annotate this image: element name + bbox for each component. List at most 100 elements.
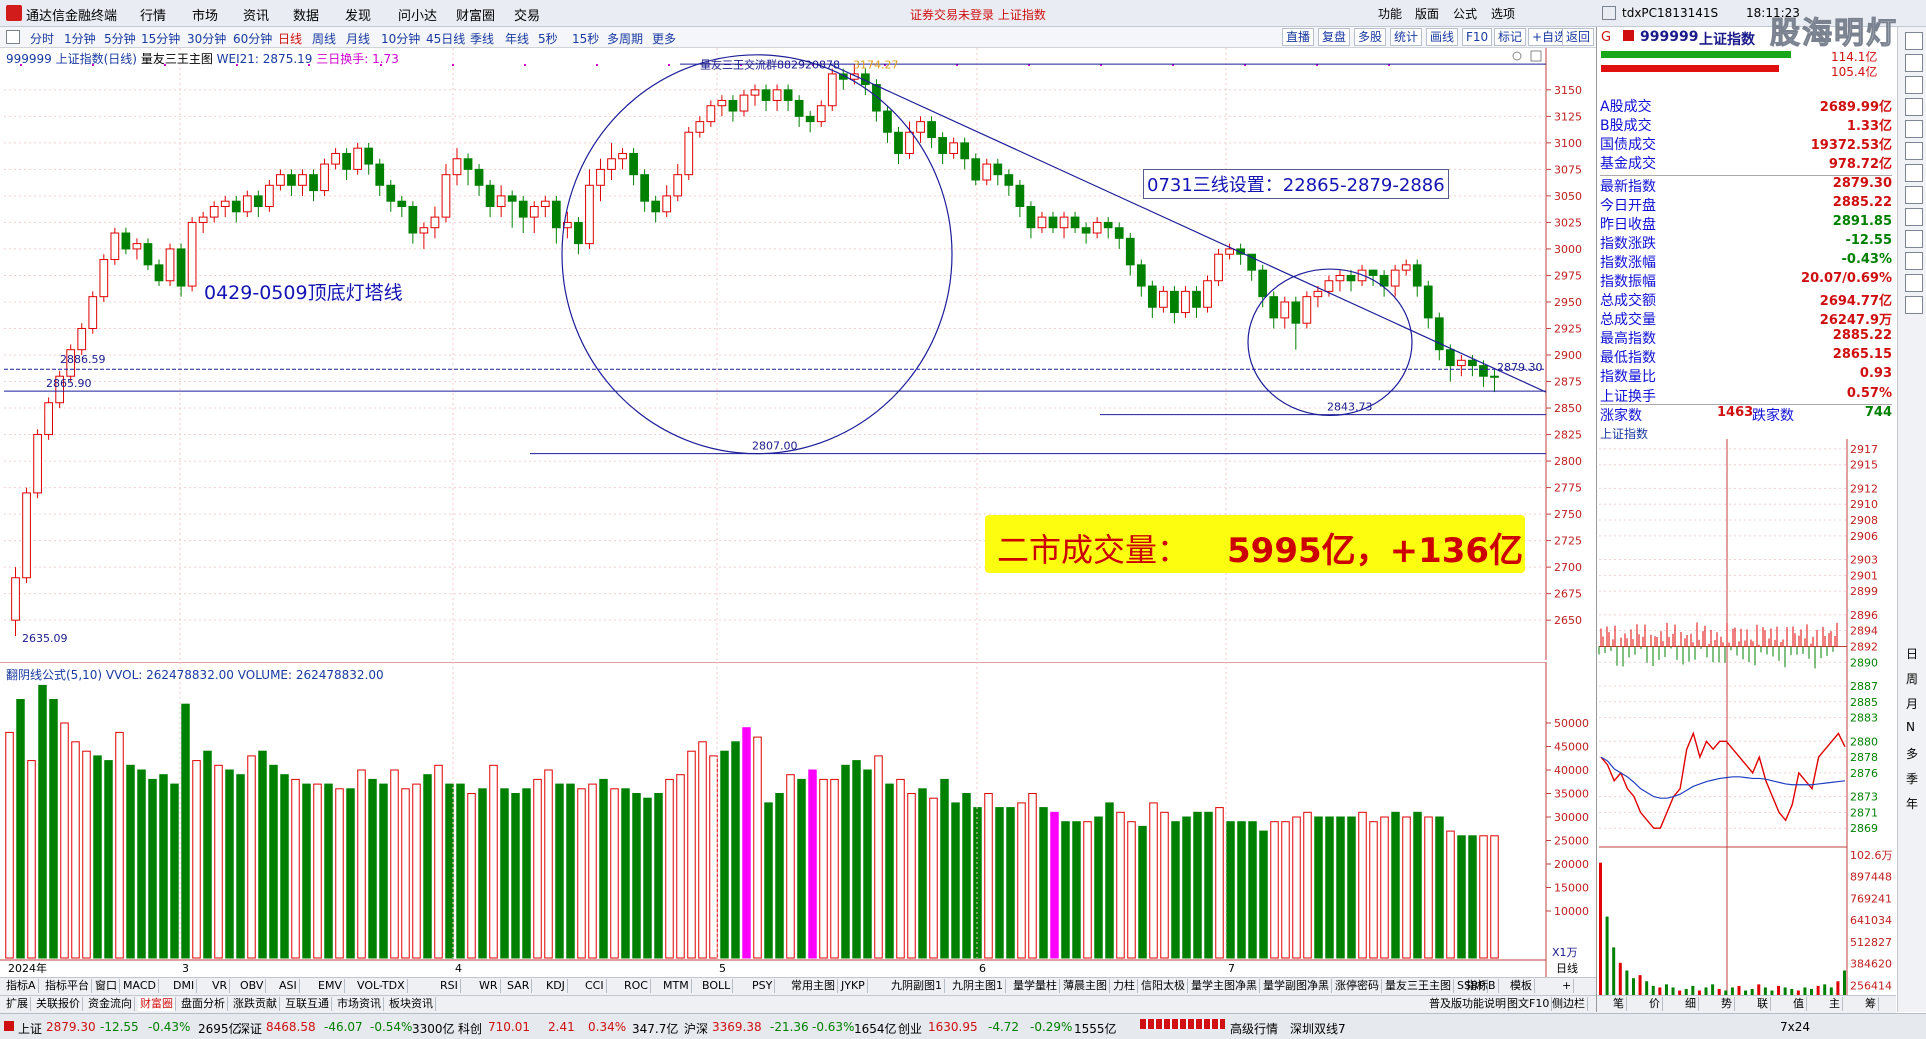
side-tab-4[interactable]: 联: [1755, 997, 1771, 1011]
indicator-tab-0[interactable]: 指标A: [4, 979, 39, 993]
volume-chart[interactable]: 1000015000200002500030000350004000045000…: [0, 662, 1596, 977]
tool-button-4[interactable]: 画线: [1426, 28, 1459, 46]
period-11[interactable]: 季线: [470, 30, 494, 47]
sidebar-label-6[interactable]: 年: [1906, 795, 1918, 812]
tool-button-2[interactable]: 多股: [1354, 28, 1387, 46]
extension-tab-7[interactable]: 市场资讯: [335, 997, 384, 1011]
indicator-tab-7[interactable]: ASI: [277, 979, 300, 993]
extension-tab-1[interactable]: 关联报价: [34, 997, 83, 1011]
menu-right-item-2[interactable]: 公式: [1453, 5, 1477, 22]
indicator-tab-11[interactable]: WR: [477, 979, 501, 993]
period-0[interactable]: 分时: [30, 30, 54, 47]
tool-button-3[interactable]: 统计: [1390, 28, 1423, 46]
indicator-tab-5[interactable]: VR: [210, 979, 231, 993]
tool-button-1[interactable]: 复盘: [1318, 28, 1351, 46]
sidebar-tool-icon-3[interactable]: [1905, 98, 1923, 116]
period-12[interactable]: 年线: [505, 30, 529, 47]
sidebar-label-5[interactable]: 季: [1906, 770, 1918, 787]
side-tab-3[interactable]: 势: [1719, 997, 1735, 1011]
side-tab-7[interactable]: 筹: [1863, 997, 1879, 1011]
indicator-tab-15[interactable]: ROC: [622, 979, 651, 993]
sidebar-tool-icon-2[interactable]: [1905, 76, 1923, 94]
indicator-tab-32[interactable]: 指标B: [1464, 979, 1499, 993]
menu-right-item-0[interactable]: 功能: [1378, 5, 1402, 22]
indicator-tab-1[interactable]: 指标平台: [43, 979, 92, 993]
sidebar-tool-icon-12[interactable]: [1905, 296, 1923, 314]
tab-plus[interactable]: +: [1560, 979, 1575, 993]
side-tab-0[interactable]: 笔: [1611, 997, 1627, 1011]
period-8[interactable]: 月线: [346, 30, 370, 47]
account-icon[interactable]: [1602, 6, 1616, 20]
indicator-tab-23[interactable]: 量学量柱: [1011, 979, 1060, 993]
tool-button-0[interactable]: 直播: [1282, 28, 1315, 46]
side-tab-2[interactable]: 细: [1683, 997, 1699, 1011]
indicator-tab-26[interactable]: 信阳太极: [1139, 979, 1188, 993]
indicator-tab-9[interactable]: VOL-TDX: [355, 979, 408, 993]
menu-item-7[interactable]: 交易: [514, 5, 540, 24]
indicator-tab-3[interactable]: MACD: [121, 979, 159, 993]
period-7[interactable]: 周线: [312, 30, 336, 47]
menu-item-3[interactable]: 数据: [293, 5, 319, 24]
indicator-tab-13[interactable]: KDJ: [544, 979, 568, 993]
menu-item-6[interactable]: 财富圈: [456, 5, 495, 24]
side-tab-5[interactable]: 值: [1791, 997, 1807, 1011]
minute-chart[interactable]: 2917 2915 2912 2910 2908 2906 2903 2901 2899 2896…: [1597, 439, 1897, 1014]
kc-label[interactable]: 科创: [458, 1020, 482, 1037]
indicator-tab-21[interactable]: 九阴副图1: [889, 979, 945, 993]
cy-label[interactable]: 创业: [898, 1020, 922, 1037]
sidebar-label-3[interactable]: N: [1906, 720, 1915, 734]
quote-mode[interactable]: 高级行情: [1230, 1020, 1278, 1037]
period-1[interactable]: 1分钟: [64, 30, 96, 47]
indicator-tab-19[interactable]: 常用主图: [789, 979, 838, 993]
period-14[interactable]: 15秒: [572, 30, 599, 47]
sidebar-tool-icon-9[interactable]: [1905, 230, 1923, 248]
extension-tab-4[interactable]: 盘面分析: [179, 997, 228, 1011]
indicator-tab-24[interactable]: 薄晨主图: [1061, 979, 1110, 993]
period-5[interactable]: 60分钟: [233, 30, 272, 47]
side-tab-1[interactable]: 价: [1647, 997, 1663, 1011]
indicator-tab-2[interactable]: 窗口: [93, 979, 120, 993]
daily-tab[interactable]: 日线: [1556, 961, 1578, 975]
sidebar-label-4[interactable]: 多: [1906, 745, 1918, 762]
indicator-tab-22[interactable]: 九阴主图1: [950, 979, 1006, 993]
indicator-tab-28[interactable]: 量学副图净黑: [1261, 979, 1332, 993]
sidebar-tool-icon-4[interactable]: [1905, 120, 1923, 138]
sidebar-tool-icon-1[interactable]: [1905, 54, 1923, 72]
indicator-tab-6[interactable]: OBV: [238, 979, 267, 993]
menu-item-1[interactable]: 市场: [192, 5, 218, 24]
extension-tab-3[interactable]: 财富圈: [138, 997, 176, 1011]
period-16[interactable]: 更多: [652, 30, 676, 47]
period-2[interactable]: 5分钟: [104, 30, 136, 47]
indicator-tab-4[interactable]: DMI: [171, 979, 198, 993]
period-10[interactable]: 45日线: [426, 30, 465, 47]
menu-item-5[interactable]: 问小达: [398, 5, 437, 24]
period-15[interactable]: 多周期: [607, 30, 643, 47]
menu-item-4[interactable]: 发现: [345, 5, 371, 24]
extension-right-tab-1[interactable]: 图文F10: [1505, 997, 1553, 1011]
extension-tab-2[interactable]: 资金流向: [86, 997, 135, 1011]
sidebar-tool-icon-7[interactable]: [1905, 186, 1923, 204]
sidebar-tool-icon-8[interactable]: [1905, 208, 1923, 226]
extension-right-tab-2[interactable]: 侧边栏: [1550, 997, 1588, 1011]
indicator-tab-17[interactable]: BOLL: [700, 979, 734, 993]
indicator-tab-29[interactable]: 涨停密码: [1333, 979, 1382, 993]
period-13[interactable]: 5秒: [538, 30, 558, 47]
sidebar-tool-icon-10[interactable]: [1905, 252, 1923, 270]
sh-label[interactable]: 上证: [18, 1020, 42, 1037]
indicator-tab-16[interactable]: MTM: [661, 979, 692, 993]
hs-label[interactable]: 沪深: [684, 1020, 708, 1037]
extension-right-tab-0[interactable]: 普及版功能说明: [1427, 997, 1509, 1011]
sidebar-label-1[interactable]: 周: [1906, 670, 1918, 687]
sz-label[interactable]: 深证: [238, 1020, 262, 1037]
indicator-tab-18[interactable]: PSY: [750, 979, 776, 993]
side-tab-6[interactable]: 主: [1827, 997, 1843, 1011]
indicator-tab-30[interactable]: 量友三王主图: [1383, 979, 1454, 993]
extension-tab-8[interactable]: 板块资讯: [387, 997, 436, 1011]
period-4[interactable]: 30分钟: [187, 30, 226, 47]
extension-tab-5[interactable]: 涨跌贡献: [231, 997, 280, 1011]
sidebar-tool-icon-11[interactable]: [1905, 274, 1923, 292]
indicator-tab-8[interactable]: EMV: [316, 979, 345, 993]
period-6[interactable]: 日线: [278, 30, 302, 47]
extension-tab-6[interactable]: 互联互通: [283, 997, 332, 1011]
menu-right-item-3[interactable]: 选项: [1491, 5, 1515, 22]
